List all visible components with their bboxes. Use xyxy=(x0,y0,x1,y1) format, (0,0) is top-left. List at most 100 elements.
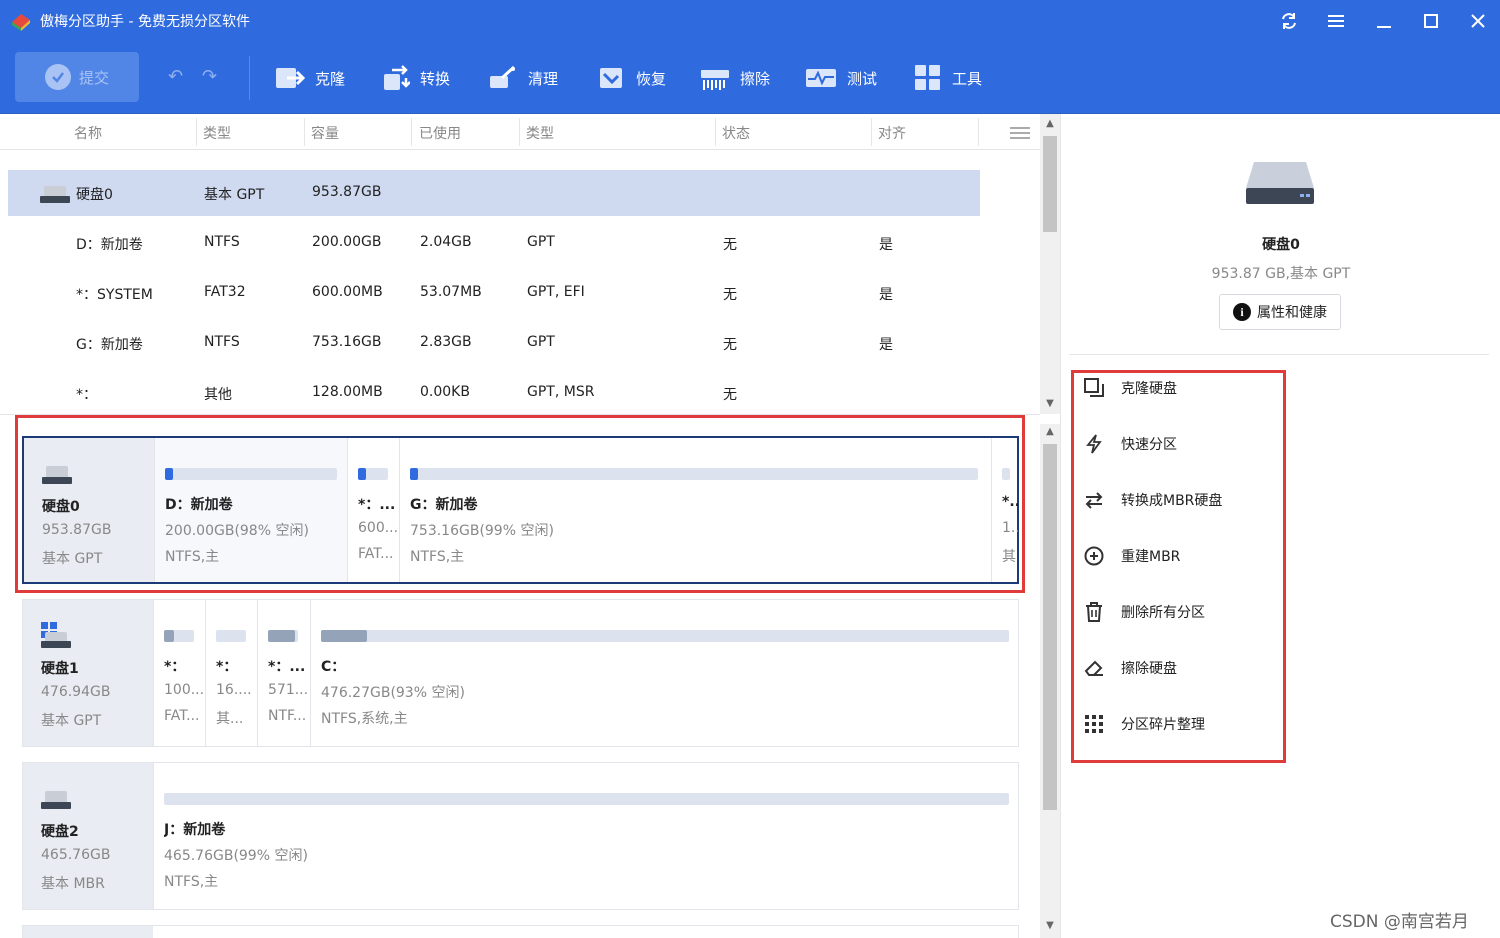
wipe-button[interactable]: 擦除 xyxy=(700,62,770,94)
submit-button[interactable]: 提交 xyxy=(15,52,139,102)
cell-capacity: 600.00MB xyxy=(312,284,383,300)
partition-free: 465.76GB(99% 空闲) xyxy=(164,848,308,864)
wipe-label: 擦除 xyxy=(740,69,771,88)
properties-health-button[interactable]: i 属性和健康 xyxy=(1219,294,1341,330)
disk-info: 硬盘2 465.76GB 基本 MBR xyxy=(23,763,153,909)
column-header-name[interactable]: 名称 xyxy=(74,123,102,143)
cell-used: 2.83GB xyxy=(420,334,472,350)
cell-align: 是 xyxy=(879,287,893,303)
divider xyxy=(1069,354,1489,355)
disk-card-2[interactable]: 硬盘2 465.76GB 基本 MBR J：新加卷 465.76GB(99% 空… xyxy=(22,762,1019,910)
list-scrollbar[interactable]: ▲ ▼ xyxy=(1040,114,1060,414)
window-title: 傲梅分区助手 - 免费无损分区软件 xyxy=(40,14,250,30)
disk-card-3[interactable] xyxy=(22,925,1019,938)
table-row[interactable]: G：新加卷 NTFS 753.16GB 2.83GB GPT 无 是 xyxy=(0,318,1040,368)
refresh-icon[interactable] xyxy=(1274,6,1304,36)
table-row[interactable]: *：SYSTEM FAT32 600.00MB 53.07MB GPT, EFI… xyxy=(0,268,1040,318)
scroll-down-icon[interactable]: ▼ xyxy=(1040,398,1060,414)
partition-block[interactable]: *： 16.... 其... xyxy=(205,600,257,746)
pulse-icon xyxy=(806,69,836,87)
usage-bar xyxy=(321,630,1009,642)
recover-label: 恢复 xyxy=(636,69,667,88)
disk-name: 硬盘2 xyxy=(41,824,79,840)
column-header-align[interactable]: 对齐 xyxy=(878,123,906,143)
column-header-capacity[interactable]: 容量 xyxy=(311,123,339,143)
usage-bar xyxy=(164,630,194,642)
partition-free: 100... xyxy=(164,682,204,698)
selected-disk-info: 953.87 GB,基本 GPT xyxy=(1211,266,1351,282)
scroll-down-icon[interactable]: ▼ xyxy=(1040,920,1060,936)
partition-block[interactable]: C： 476.27GB(93% 空闲) NTFS,系统,主 xyxy=(310,600,1018,746)
disk-large-icon xyxy=(1246,162,1314,204)
cell-status: 无 xyxy=(723,337,737,353)
disk-row-type: 基本 GPT xyxy=(204,187,265,203)
column-header-used[interactable]: 已使用 xyxy=(419,123,461,143)
table-row[interactable]: *： 其他 128.00MB 0.00KB GPT, MSR 无 xyxy=(0,368,1040,418)
usage-bar xyxy=(216,630,246,642)
app-logo-icon xyxy=(12,14,30,31)
tools-button[interactable]: 工具 xyxy=(914,62,982,94)
cell-used: 2.04GB xyxy=(420,234,472,250)
close-icon[interactable] xyxy=(1463,6,1493,36)
cell-type: GPT, MSR xyxy=(527,384,595,400)
shredder-icon xyxy=(701,70,729,90)
title-bar: 傲梅分区助手 - 免费无损分区软件 xyxy=(0,0,1500,42)
scroll-up-icon[interactable]: ▲ xyxy=(1040,118,1060,134)
table-header: 名称 类型 容量 已使用 类型 状态 对齐 xyxy=(0,114,1040,150)
cell-capacity: 753.16GB xyxy=(312,334,382,350)
convert-button[interactable]: 转换 xyxy=(382,62,450,94)
column-menu-icon[interactable] xyxy=(1010,125,1030,141)
clean-button[interactable]: 清理 xyxy=(488,62,558,94)
partition-block[interactable]: *：... 571... NTF... xyxy=(257,600,310,746)
table-row[interactable]: D：新加卷 NTFS 200.00GB 2.04GB GPT 无 是 xyxy=(0,218,1040,268)
cell-type: GPT xyxy=(527,334,555,350)
cell-capacity: 200.00GB xyxy=(312,234,382,250)
undo-icon[interactable]: ↶ xyxy=(168,66,183,87)
highlight-box xyxy=(15,415,1025,593)
column-header-fs[interactable]: 类型 xyxy=(203,123,231,143)
scroll-up-icon[interactable]: ▲ xyxy=(1040,426,1060,442)
partition-free: 571... xyxy=(268,682,308,698)
usage-fill xyxy=(321,630,367,642)
partition-block[interactable]: *： 100... FAT... xyxy=(153,600,205,746)
test-button[interactable]: 测试 xyxy=(805,62,877,94)
clean-icon xyxy=(490,65,516,88)
clone-button[interactable]: 克隆 xyxy=(275,62,345,94)
clean-label: 清理 xyxy=(528,69,559,88)
partition-fs: 其... xyxy=(216,711,244,727)
partition-name: J：新加卷 xyxy=(164,822,226,838)
usage-bar xyxy=(164,793,1009,805)
recover-button[interactable]: 恢复 xyxy=(596,62,666,94)
cell-capacity: 128.00MB xyxy=(312,384,383,400)
cell-fs: NTFS xyxy=(204,334,240,350)
menu-icon[interactable] xyxy=(1321,6,1351,36)
partition-free: 16.... xyxy=(216,682,252,698)
cell-name: *： xyxy=(76,387,97,403)
cell-type: GPT xyxy=(527,234,555,250)
disk-row[interactable]: 硬盘0 基本 GPT 953.87GB xyxy=(8,170,980,216)
disk-icon xyxy=(41,791,71,809)
minimize-icon[interactable] xyxy=(1369,6,1399,36)
disk-name: 硬盘1 xyxy=(41,661,79,677)
cell-name: *：SYSTEM xyxy=(76,287,153,303)
column-divider xyxy=(978,118,979,146)
disk-info xyxy=(23,926,153,938)
maximize-icon[interactable] xyxy=(1416,6,1446,36)
redo-icon[interactable]: ↷ xyxy=(202,66,217,87)
partition-fs: NTFS,主 xyxy=(164,874,219,890)
clone-label: 克隆 xyxy=(315,69,346,88)
scroll-thumb[interactable] xyxy=(1043,444,1057,810)
disk-card-1[interactable]: 硬盘1 476.94GB 基本 GPT *： 100... FAT... *： … xyxy=(22,599,1019,747)
cell-status: 无 xyxy=(723,387,737,403)
partition-block[interactable]: J：新加卷 465.76GB(99% 空闲) NTFS,主 xyxy=(153,763,1018,909)
column-header-status[interactable]: 状态 xyxy=(722,123,750,143)
scroll-thumb[interactable] xyxy=(1043,136,1057,232)
selected-disk-name: 硬盘0 xyxy=(1262,237,1300,253)
column-header-type[interactable]: 类型 xyxy=(526,123,554,143)
disk-icon xyxy=(40,186,70,203)
test-label: 测试 xyxy=(847,69,878,88)
convert-label: 转换 xyxy=(420,69,451,88)
map-scrollbar[interactable]: ▲ ▼ xyxy=(1040,424,1060,938)
convert-icon xyxy=(384,65,410,90)
partition-list: 名称 类型 容量 已使用 类型 状态 对齐 硬盘0 基本 GPT 953.87G… xyxy=(0,114,1040,414)
